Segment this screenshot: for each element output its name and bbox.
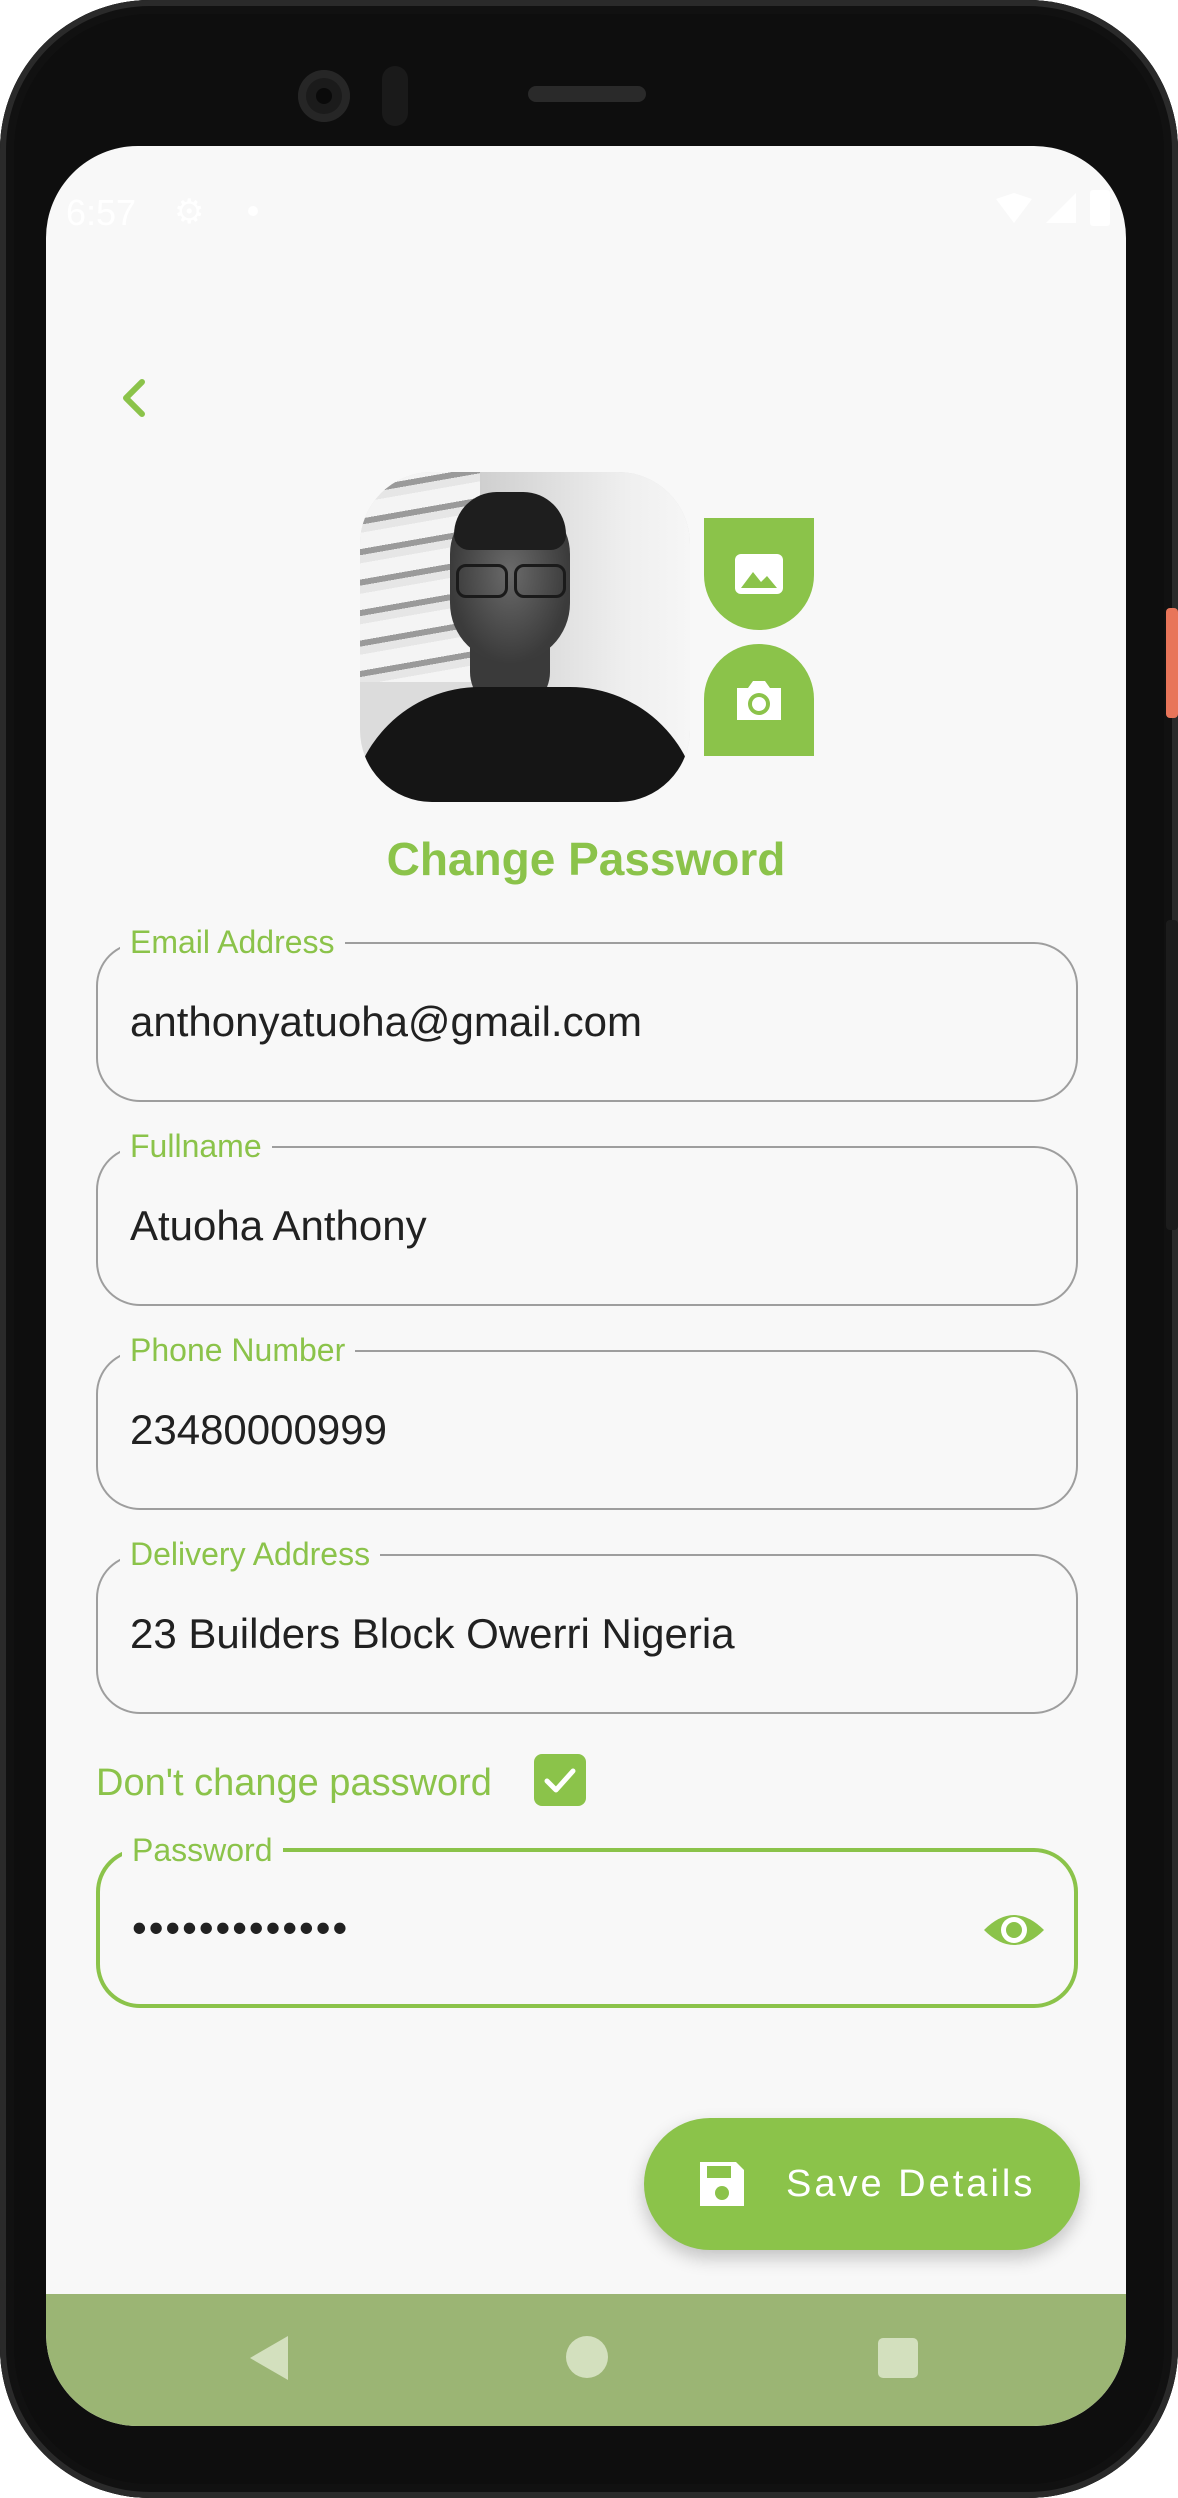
system-navigation-bar bbox=[46, 2294, 1126, 2426]
wifi-icon bbox=[996, 193, 1032, 223]
check-icon bbox=[544, 1768, 576, 1793]
delivery-address-field-label: Delivery Address bbox=[120, 1534, 381, 1574]
battery-icon bbox=[1090, 190, 1110, 226]
nav-back-icon[interactable] bbox=[250, 2336, 288, 2380]
dont-change-password-checkbox[interactable] bbox=[534, 1754, 586, 1806]
save-details-button[interactable]: Save Details bbox=[644, 2118, 1080, 2250]
camera-icon bbox=[737, 681, 781, 720]
phone-frame: 6:57 ⚙ Change Password Email Address ant… bbox=[0, 0, 1178, 2498]
phone-number-field-label: Phone Number bbox=[120, 1330, 356, 1370]
password-field-value[interactable]: ••••••••••••• bbox=[132, 1900, 349, 1956]
delivery-address-field-value[interactable]: 23 Builders Block Owerri Nigeria bbox=[130, 1606, 735, 1662]
front-camera bbox=[298, 70, 350, 122]
image-icon bbox=[735, 554, 783, 594]
email-field-value[interactable]: anthonyatuoha@gmail.com bbox=[130, 994, 642, 1050]
delivery-address-field[interactable]: Delivery Address 23 Builders Block Owerr… bbox=[96, 1534, 1078, 1714]
password-field-label: Password bbox=[122, 1830, 283, 1870]
password-field[interactable]: Password ••••••••••••• bbox=[96, 1830, 1078, 2008]
fullname-field[interactable]: Fullname Atuoha Anthony bbox=[96, 1126, 1078, 1306]
screen: 6:57 ⚙ Change Password Email Address ant… bbox=[46, 146, 1126, 2426]
toggle-password-visibility-button[interactable] bbox=[982, 1902, 1046, 1958]
chevron-left-icon bbox=[123, 379, 145, 417]
nav-home-icon[interactable] bbox=[566, 2336, 608, 2378]
settings-status-icon: ⚙ bbox=[174, 193, 205, 231]
fullname-field-label: Fullname bbox=[120, 1126, 272, 1166]
back-button[interactable] bbox=[106, 368, 166, 428]
fullname-field-value[interactable]: Atuoha Anthony bbox=[130, 1198, 427, 1254]
profile-avatar bbox=[360, 472, 690, 802]
status-bar: 6:57 ⚙ bbox=[46, 186, 1126, 236]
proximity-sensor bbox=[382, 66, 408, 126]
save-icon bbox=[700, 2162, 744, 2206]
nav-recent-apps-icon[interactable] bbox=[878, 2338, 918, 2378]
phone-number-field-value[interactable]: 23480000999 bbox=[130, 1402, 387, 1458]
volume-button bbox=[1166, 920, 1178, 1230]
notification-dot-icon bbox=[248, 206, 258, 216]
eye-icon bbox=[984, 1915, 1044, 1945]
earpiece-speaker bbox=[528, 86, 646, 102]
signal-icon bbox=[1046, 193, 1076, 223]
pick-from-gallery-button[interactable] bbox=[704, 518, 814, 630]
power-button bbox=[1166, 608, 1178, 718]
email-field-label: Email Address bbox=[120, 922, 345, 962]
take-photo-button[interactable] bbox=[704, 644, 814, 756]
save-details-label: Save Details bbox=[786, 2162, 1036, 2205]
status-icons bbox=[996, 190, 1110, 226]
email-field[interactable]: Email Address anthonyatuoha@gmail.com bbox=[96, 922, 1078, 1102]
status-time: 6:57 bbox=[66, 192, 137, 233]
phone-number-field[interactable]: Phone Number 23480000999 bbox=[96, 1330, 1078, 1510]
page-title: Change Password bbox=[386, 833, 786, 885]
dont-change-password-label[interactable]: Don't change password bbox=[96, 1758, 492, 1808]
